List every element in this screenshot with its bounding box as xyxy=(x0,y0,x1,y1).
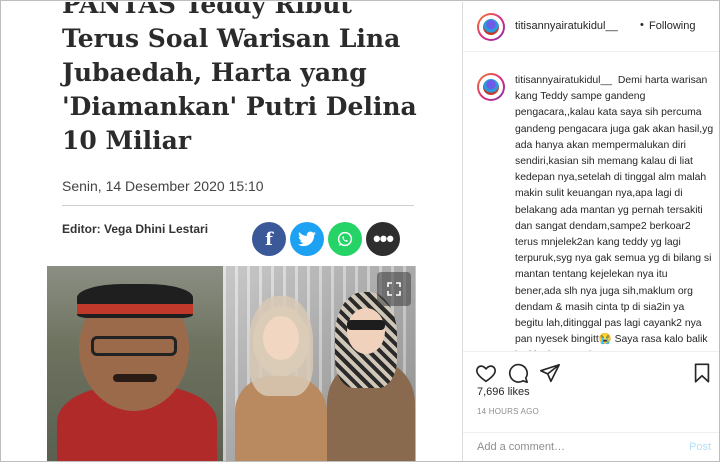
face xyxy=(347,308,385,354)
avatar-image xyxy=(483,19,499,35)
expand-image-button[interactable] xyxy=(377,272,411,306)
more-share-button[interactable]: ••• xyxy=(366,222,400,256)
avatar[interactable] xyxy=(477,13,505,41)
facebook-share-button[interactable]: f xyxy=(252,222,286,256)
post-timestamp[interactable]: 14 HOURS AGO xyxy=(477,407,539,416)
share-icon[interactable] xyxy=(539,362,561,384)
headline-line: Terus Soal Warisan Lina xyxy=(62,24,401,53)
headband-stripe xyxy=(77,304,193,314)
news-article-image: PANTAS Teddy Ribut Terus Soal Warisan Li… xyxy=(2,2,462,461)
whatsapp-share-button[interactable] xyxy=(328,222,362,256)
more-icon: ••• xyxy=(372,226,394,251)
headline-line: Jubaedah, Harta yang xyxy=(62,58,367,87)
article-date: Senin, 14 Desember 2020 15:10 xyxy=(62,178,264,194)
username-link[interactable]: titisannyairatukidul__ xyxy=(515,20,618,32)
instagram-post-panel: titisannyairatukidul__ • Following titis… xyxy=(462,2,719,461)
headline-line: PANTAS Teddy Ribut xyxy=(62,2,352,19)
likes-count[interactable]: 7,696 likes xyxy=(477,386,530,398)
divider xyxy=(62,205,414,206)
whatsapp-icon xyxy=(337,231,353,247)
twitter-share-button[interactable] xyxy=(290,222,324,256)
mustache xyxy=(113,374,157,382)
facebook-icon: f xyxy=(265,228,273,250)
separator-dot: • xyxy=(640,19,644,31)
post-header: titisannyairatukidul__ • Following xyxy=(463,2,719,52)
expand-icon xyxy=(387,282,401,296)
caption-text: Demi harta warisan kang Teddy sampe gand… xyxy=(515,75,714,351)
photo-man xyxy=(47,266,223,461)
article-editor: Editor: Vega Dhini Lestari xyxy=(62,222,209,236)
face xyxy=(263,316,299,360)
sunglasses xyxy=(347,320,385,330)
headline-line: 'Diamankan' Putri Delina xyxy=(62,92,417,121)
avatar-image xyxy=(483,79,499,95)
screenshot-frame: PANTAS Teddy Ribut Terus Soal Warisan Li… xyxy=(0,0,720,462)
article-headline: PANTAS Teddy Ribut Terus Soal Warisan Li… xyxy=(62,2,417,158)
glasses xyxy=(91,336,177,356)
following-button[interactable]: Following xyxy=(649,20,695,32)
post-comment-button[interactable]: Post xyxy=(689,441,711,453)
twitter-icon xyxy=(298,231,316,247)
caption-section: titisannyairatukidul__ Demi harta warisa… xyxy=(463,53,719,351)
bookmark-icon[interactable] xyxy=(691,362,713,384)
comment-input[interactable]: Add a comment… xyxy=(477,441,565,453)
comment-box: Add a comment… Post xyxy=(463,432,719,461)
caption-username-link[interactable]: titisannyairatukidul__ xyxy=(515,75,612,86)
post-actions: 7,696 likes 14 HOURS AGO Add a comment… … xyxy=(463,351,719,461)
heart-icon[interactable] xyxy=(475,362,497,384)
headline-line: 10 Miliar xyxy=(62,126,192,155)
comment-icon[interactable] xyxy=(507,362,529,384)
caption-avatar[interactable] xyxy=(477,73,505,101)
post-caption: titisannyairatukidul__ Demi harta warisa… xyxy=(515,73,715,351)
